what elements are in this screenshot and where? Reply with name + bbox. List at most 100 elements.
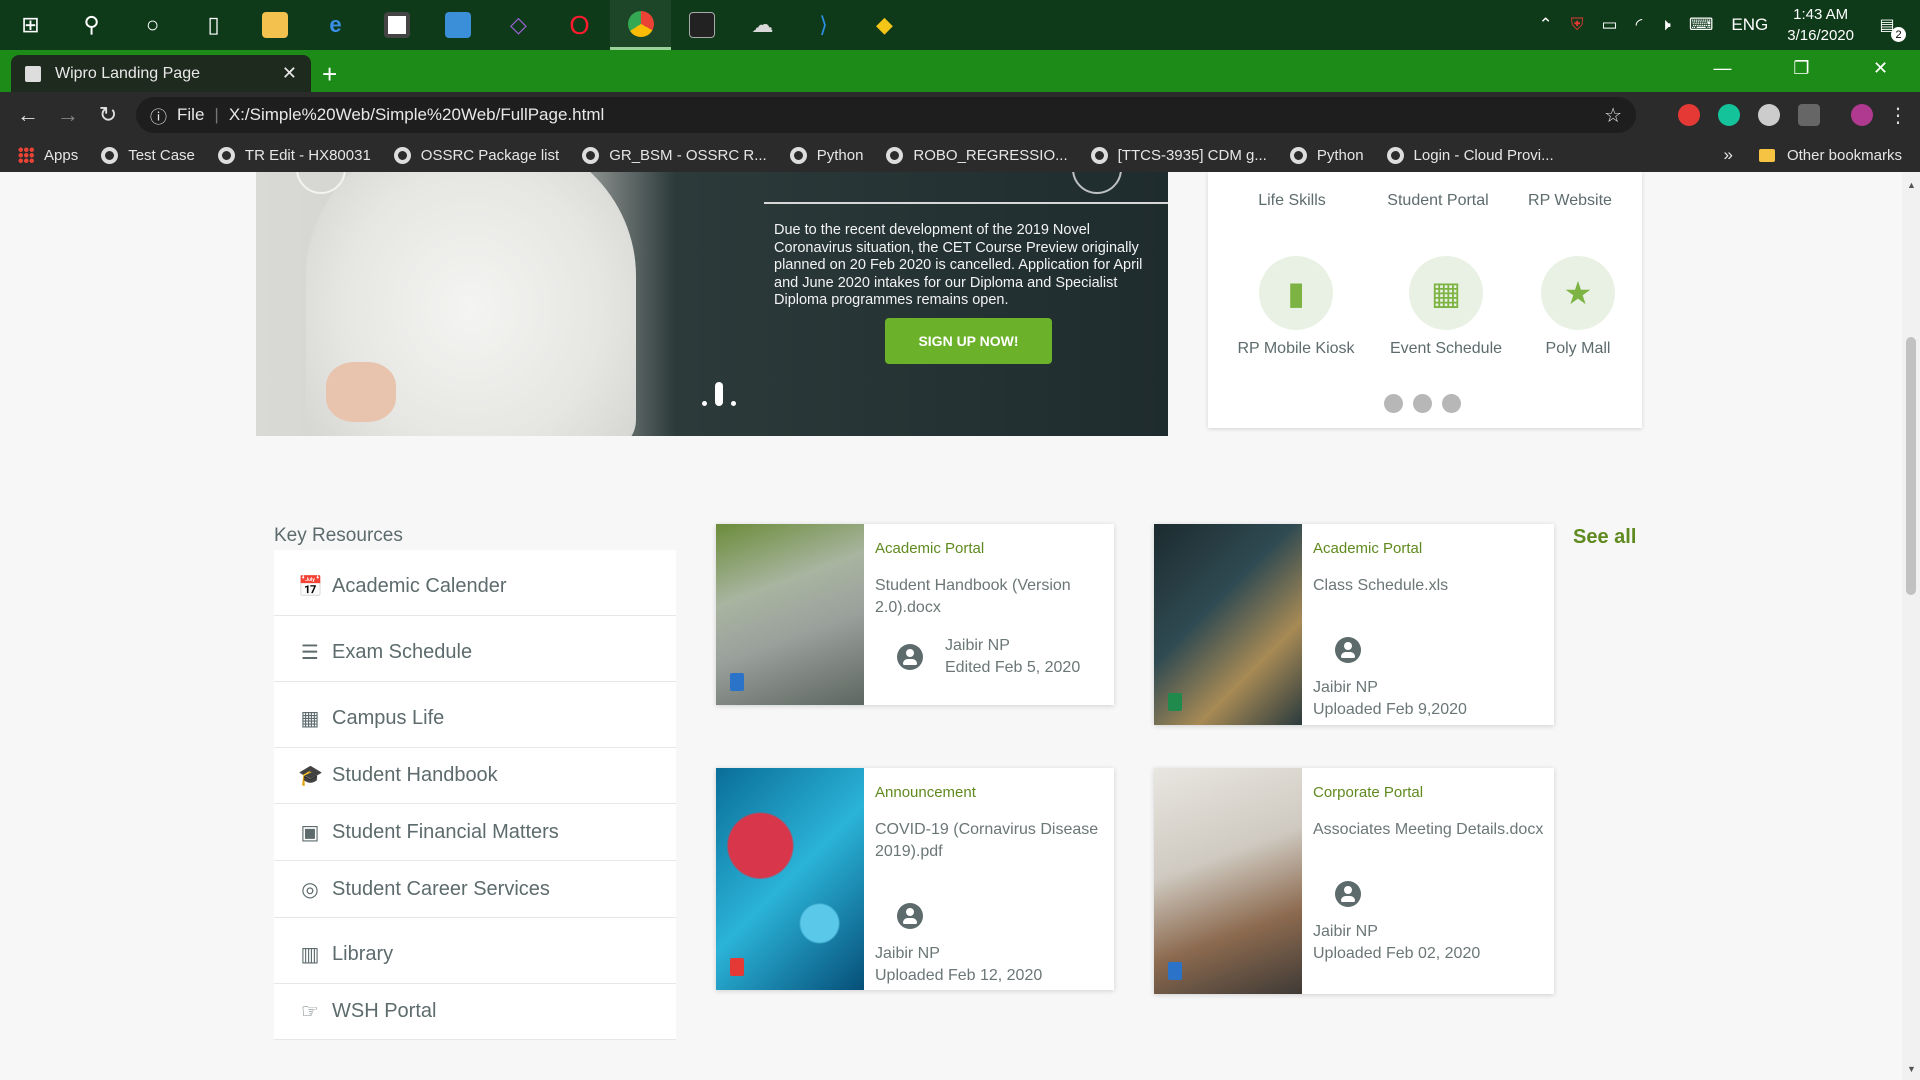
bookmark-item[interactable]: Login - Cloud Provi...	[1386, 146, 1554, 164]
quick-link-student-portal[interactable]: Student Portal	[1368, 192, 1508, 210]
bookmark-item[interactable]: [TTCS-3935] CDM g...	[1090, 146, 1267, 164]
opera-icon[interactable]: O	[549, 0, 610, 50]
document-card[interactable]: Announcement COVID-19 (Cornavirus Diseas…	[716, 768, 1114, 990]
document-filename[interactable]: COVID-19 (Cornavirus Disease 2019).pdf	[875, 819, 1104, 863]
carousel-next-icon[interactable]	[1072, 172, 1122, 194]
resource-academic-calender[interactable]: 📅 Academic Calender	[274, 550, 676, 616]
clock[interactable]: 1:43 AM 3/16/2020	[1787, 4, 1854, 46]
bookmark-apps[interactable]: Apps	[18, 147, 78, 164]
books-icon: ▥	[300, 944, 320, 966]
carousel-dot-active[interactable]	[715, 382, 723, 406]
document-card[interactable]: Academic Portal Class Schedule.xls Jaibi…	[1154, 524, 1554, 725]
bookmark-item[interactable]: Test Case	[101, 146, 195, 164]
wifi-icon[interactable]: ◜	[1636, 15, 1643, 35]
quick-link-label: RP Mobile Kiosk	[1237, 340, 1355, 357]
pagination-dot[interactable]	[1413, 394, 1432, 413]
sign-up-button[interactable]: SIGN UP NOW!	[885, 318, 1052, 364]
browser-tab[interactable]: Wipro Landing Page ✕	[11, 55, 311, 92]
bookmark-item[interactable]: TR Edit - HX80031	[217, 146, 371, 164]
quick-link-rp-mobile-kiosk[interactable]: ▮ RP Mobile Kiosk	[1226, 256, 1366, 358]
page-scrollbar[interactable]: ▲ ▼	[1902, 172, 1920, 1080]
menu-kebab-icon[interactable]: ⋮	[1888, 103, 1908, 128]
reload-icon[interactable]: ↻	[88, 102, 128, 128]
profile-avatar[interactable]	[1851, 104, 1873, 126]
document-filename[interactable]: Student Handbook (Version 2.0).docx	[875, 575, 1104, 619]
quick-link-life-skills[interactable]: Life Skills	[1222, 192, 1362, 210]
other-bookmarks[interactable]: Other bookmarks	[1787, 147, 1902, 164]
document-category: Announcement	[875, 784, 976, 801]
store-icon[interactable]	[366, 0, 427, 50]
close-tab-icon[interactable]: ✕	[282, 63, 297, 84]
bookmark-item[interactable]: Python	[1289, 146, 1364, 164]
document-card[interactable]: Academic Portal Student Handbook (Versio…	[716, 524, 1114, 705]
clock-time: 1:43 AM	[1793, 6, 1849, 23]
document-category: Corporate Portal	[1313, 784, 1424, 801]
scroll-down-icon[interactable]: ▼	[1907, 1064, 1916, 1074]
volume-icon[interactable]: 🕨	[1660, 15, 1671, 35]
extension-icon[interactable]	[1798, 104, 1820, 126]
quick-link-rp-website[interactable]: RP Website	[1500, 192, 1640, 210]
language-indicator[interactable]: ENG	[1731, 15, 1768, 35]
edge-icon[interactable]: e	[305, 0, 366, 50]
close-window-icon[interactable]: ✕	[1841, 50, 1920, 86]
adblock-extension-icon[interactable]	[1678, 104, 1700, 126]
quick-link-event-schedule[interactable]: ▦ Event Schedule	[1376, 256, 1516, 358]
forward-icon[interactable]: →	[48, 102, 88, 128]
document-thumbnail	[1154, 768, 1302, 994]
battery-icon[interactable]: ▭	[1602, 15, 1618, 35]
resource-library[interactable]: ▥ Library	[274, 918, 676, 984]
quick-link-poly-mall[interactable]: ★ Poly Mall	[1514, 256, 1642, 358]
carousel-dot[interactable]	[731, 401, 736, 406]
back-icon[interactable]: ←	[8, 102, 48, 128]
mail-icon[interactable]	[427, 0, 488, 50]
extension-icon[interactable]	[1758, 104, 1780, 126]
new-tab-button[interactable]: +	[322, 59, 337, 90]
resource-student-career-services[interactable]: ◎ Student Career Services	[274, 861, 676, 918]
file-explorer-icon[interactable]	[244, 0, 305, 50]
vscode-icon[interactable]: ⟩	[793, 0, 854, 50]
bookmark-item[interactable]: Python	[789, 146, 863, 164]
resource-student-handbook[interactable]: 🎓 Student Handbook	[274, 748, 676, 804]
windows-start-icon[interactable]: ⊞	[0, 0, 61, 50]
notification-center-icon[interactable]: ▤ 2	[1872, 10, 1906, 42]
chrome-icon[interactable]	[610, 0, 671, 50]
cortana-icon[interactable]: ○	[122, 0, 183, 50]
keyboard-icon[interactable]: ⌨	[1689, 15, 1714, 35]
restore-icon[interactable]: ❐	[1762, 50, 1841, 86]
search-icon[interactable]: ⚲	[61, 0, 122, 50]
visual-studio-icon[interactable]: ◇	[488, 0, 549, 50]
more-bookmarks-button[interactable]: »	[1723, 145, 1732, 165]
globe-icon	[393, 146, 411, 164]
resource-campus-life[interactable]: ▦ Campus Life	[274, 682, 676, 748]
resource-student-financial-matters[interactable]: ▣ Student Financial Matters	[274, 804, 676, 861]
document-filename[interactable]: Class Schedule.xls	[1313, 575, 1544, 597]
globe-icon	[1386, 146, 1404, 164]
address-bar[interactable]: ⓘ File | X:/Simple%20Web/Simple%20Web/Fu…	[136, 97, 1636, 133]
scrollbar-thumb[interactable]	[1906, 337, 1916, 595]
pagination-dot[interactable]	[1384, 394, 1403, 413]
bookmark-item[interactable]: OSSRC Package list	[393, 146, 559, 164]
resource-exam-schedule[interactable]: ☰ Exam Schedule	[274, 616, 676, 682]
document-filename[interactable]: Associates Meeting Details.docx	[1313, 819, 1544, 841]
paint-icon[interactable]: ☁	[732, 0, 793, 50]
document-card[interactable]: Corporate Portal Associates Meeting Deta…	[1154, 768, 1554, 994]
terminal-icon[interactable]	[671, 0, 732, 50]
info-icon[interactable]: ⓘ	[150, 103, 167, 128]
document-author: Jaibir NP	[1313, 923, 1378, 940]
resource-wsh-portal[interactable]: ☞ WSH Portal	[274, 984, 676, 1040]
bookmark-item[interactable]: ROBO_REGRESSIO...	[886, 146, 1068, 164]
avatar	[897, 644, 923, 670]
chevron-up-icon[interactable]: ⌃	[1539, 15, 1553, 35]
git-icon[interactable]: ◆	[854, 0, 915, 50]
minimize-icon[interactable]: —	[1683, 50, 1762, 86]
see-all-link[interactable]: See all	[1573, 526, 1636, 549]
carousel-dot[interactable]	[702, 401, 707, 406]
bookmark-star-icon[interactable]: ☆	[1604, 103, 1622, 128]
shield-icon[interactable]: ⛨	[1571, 15, 1584, 35]
pagination-dot[interactable]	[1442, 394, 1461, 413]
task-view-icon[interactable]: ▯	[183, 0, 244, 50]
scroll-up-icon[interactable]: ▲	[1907, 180, 1916, 190]
bookmark-item[interactable]: GR_BSM - OSSRC R...	[582, 146, 767, 164]
document-category: Academic Portal	[875, 540, 985, 557]
grammarly-extension-icon[interactable]	[1718, 104, 1740, 126]
